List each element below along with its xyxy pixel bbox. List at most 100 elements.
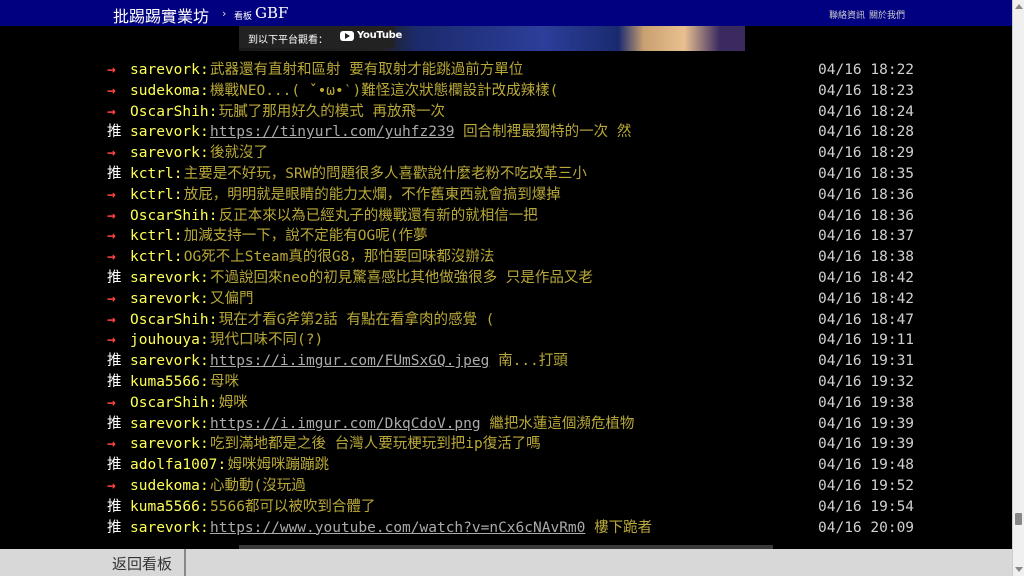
push-time: 04/16 19:39 (818, 436, 915, 453)
push-content: OG死不上Steam真的很G8，那怕要回味都沒辦法 (184, 247, 495, 267)
push-user: sarevork (130, 415, 200, 432)
about-link[interactable]: 關於我們 (869, 8, 905, 21)
embed-watch-label: 到以下平台觀看： (248, 35, 328, 46)
push-link[interactable]: https://i.imgur.com/DkqCdoV.png (210, 416, 481, 432)
push-content-text: 加減支持一下，說不定能有OG呢(作夢 (183, 228, 428, 245)
push-time: 04/16 18:28 (818, 124, 915, 141)
push-time: 04/16 19:31 (818, 353, 915, 370)
top-bar: 批踢踢實業坊 › 看板 GBF 聯絡資訊 關於我們 (0, 0, 1012, 26)
push-content: 現在才看G斧第2話 有點在看拿肉的感覺 ( (219, 310, 495, 330)
scroll-up-arrow-icon[interactable] (1015, 4, 1023, 9)
push-content: https://i.imgur.com/FUmSxGQ.jpeg 南...打頭 (210, 351, 568, 371)
push-row: → OscarShih: 玩膩了那用好久的模式 再放飛一次 04/16 18:24 (0, 102, 1012, 122)
push-content-text: 心動動(沒玩過 (210, 478, 306, 494)
push-user-colon: : (173, 228, 183, 245)
push-content-after-link: 繼把水蓮這個瀕危植物 (480, 415, 635, 432)
push-link[interactable]: https://tinyurl.com/yuhfz239 (210, 124, 454, 140)
push-row: → OscarShih: 反正本來以為已經丸子的機戰還有新的就相信一把 04/16 1… (0, 206, 1012, 226)
push-user: OscarShih (130, 207, 209, 224)
back-to-board-button[interactable]: 返回看板 (112, 553, 172, 574)
push-user: jouhouya (130, 332, 200, 349)
push-user-colon: : (200, 415, 209, 432)
board-name-link[interactable]: GBF (255, 4, 288, 22)
push-row: → sarevork: 後就沒了 04/16 18:29 (0, 143, 1012, 163)
push-tag: 推 (107, 457, 122, 474)
push-content: https://i.imgur.com/DkqCdoV.png 繼把水蓮這個瀕危… (210, 414, 634, 434)
push-user-colon: : (208, 207, 218, 224)
push-time: 04/16 19:32 (818, 374, 915, 390)
push-tag: 推 (107, 519, 122, 536)
contact-link[interactable]: 聯絡資訊 (829, 8, 865, 21)
push-user-colon: : (200, 332, 209, 349)
site-title-link[interactable]: 批踢踢實業坊 (113, 3, 209, 27)
push-tag: 推 (107, 353, 122, 370)
page-scrollbar[interactable] (1012, 0, 1024, 576)
youtube-label[interactable]: YouTube (357, 30, 402, 41)
push-time: 04/16 20:09 (818, 519, 915, 536)
push-content-text: 母咪 (210, 374, 239, 390)
push-row: 推 sarevork: https://i.imgur.com/FUmSxGQ.jp… (0, 351, 1012, 371)
push-user-colon: : (173, 166, 183, 182)
push-content: 反正本來以為已經丸子的機戰還有新的就相信一把 (219, 206, 538, 226)
push-content: 心動動(沒玩過 (210, 476, 306, 496)
push-content: 加減支持一下，說不定能有OG呢(作夢 (184, 226, 428, 246)
arrow-tag-icon: → (107, 311, 116, 328)
push-user: kuma5566 (130, 498, 200, 515)
push-row: 推 kctrl: 主要是不好玩，SRW的問題很多人喜歡說什麼老粉不吃改革三小 04/1… (0, 164, 1012, 184)
push-user: sarevork (130, 124, 200, 141)
push-user: sudekoma (130, 82, 200, 99)
scroll-thumb[interactable] (1015, 513, 1022, 525)
push-row: 推 kuma5566: 母咪 04/16 19:32 (0, 372, 1012, 392)
scroll-down-arrow-icon[interactable] (1015, 567, 1023, 572)
arrow-tag-icon: → (107, 478, 116, 494)
embed-watch-bar[interactable]: 到以下平台觀看： YouTube (239, 26, 402, 48)
push-row: 推 sarevork: 不過說回來neo的初見驚喜感比其他做強很多 只是作品又老 04… (0, 268, 1012, 288)
push-content: 又偏門 (210, 289, 254, 309)
push-row: 推 sarevork: https://tinyurl.com/yuhfz239 回… (0, 122, 1012, 142)
push-content-text: 玩膩了那用好久的模式 再放飛一次 (218, 103, 445, 120)
push-content-text: 主要是不好玩，SRW的問題很多人喜歡說什麼老粉不吃改革三小 (183, 166, 587, 182)
board-prefix-label: 看板 (234, 12, 253, 22)
push-tag: 推 (107, 270, 122, 286)
arrow-tag-icon: → (107, 82, 116, 99)
push-user-colon: : (173, 249, 183, 266)
push-row: 推 kuma5566:5566都可以被吹到合體了 04/16 19:54 (0, 497, 1012, 517)
push-content: 放屁，明明就是眼睛的能力太爛，不作舊東西就會搞到爆掉 (184, 185, 561, 205)
push-time: 04/16 18:42 (818, 270, 915, 286)
push-user: kctrl (130, 228, 174, 245)
push-user-colon: : (200, 478, 209, 494)
push-user: sarevork (130, 62, 200, 78)
push-user-colon: : (200, 145, 209, 162)
push-content: https://www.youtube.com/watch?v=nCx6cNAv… (210, 518, 652, 538)
push-row: → OscarShih: 現在才看G斧第2話 有點在看拿肉的感覺 (04/16 18… (0, 310, 1012, 330)
push-time: 04/16 18:37 (818, 228, 915, 245)
push-user-colon: : (200, 62, 209, 78)
push-content-text: 反正本來以為已經丸子的機戰還有新的就相信一把 (218, 207, 538, 224)
push-content: 後就沒了 (210, 143, 268, 163)
push-user-colon: : (200, 498, 209, 515)
push-user: OscarShih (130, 394, 209, 411)
push-row: → kctrl: OG死不上Steam真的很G8，那怕要回味都沒辦法 04/16 18… (0, 247, 1012, 267)
arrow-tag-icon: → (107, 186, 116, 203)
push-link[interactable]: https://i.imgur.com/FUmSxGQ.jpeg (210, 353, 489, 369)
push-link[interactable]: https://www.youtube.com/watch?v=nCx6cNAv… (210, 520, 585, 536)
push-time: 04/16 18:24 (818, 103, 915, 120)
push-content-text: 姆咪 (218, 394, 248, 411)
push-row: 推 sarevork: https://i.imgur.com/DkqCdoV.pn… (0, 414, 1012, 434)
push-user-colon: : (200, 124, 209, 141)
push-user-colon: : (200, 82, 209, 99)
push-row: → sudekoma: 心動動(沒玩過 04/16 19:52 (0, 476, 1012, 496)
push-time: 04/16 18:22 (818, 62, 915, 78)
push-tag: 推 (107, 124, 122, 141)
push-user: kuma5566 (130, 374, 200, 390)
push-user-colon: : (200, 353, 209, 370)
push-user-colon: : (208, 103, 218, 120)
push-user: kctrl (130, 249, 174, 266)
push-tag: 推 (107, 415, 122, 432)
push-user: OscarShih (130, 103, 209, 120)
push-row: → sudekoma: 機戰NEO...( ˇ•ω•ˋ)難怪這次狀態欄設計改成辣樣(… (0, 81, 1012, 101)
push-content: 5566都可以被吹到合體了 (210, 497, 375, 517)
push-content-text: 5566都可以被吹到合體了 (210, 498, 376, 515)
video-embed[interactable]: 到以下平台觀看： YouTube (239, 26, 745, 51)
arrow-tag-icon: → (107, 103, 116, 120)
